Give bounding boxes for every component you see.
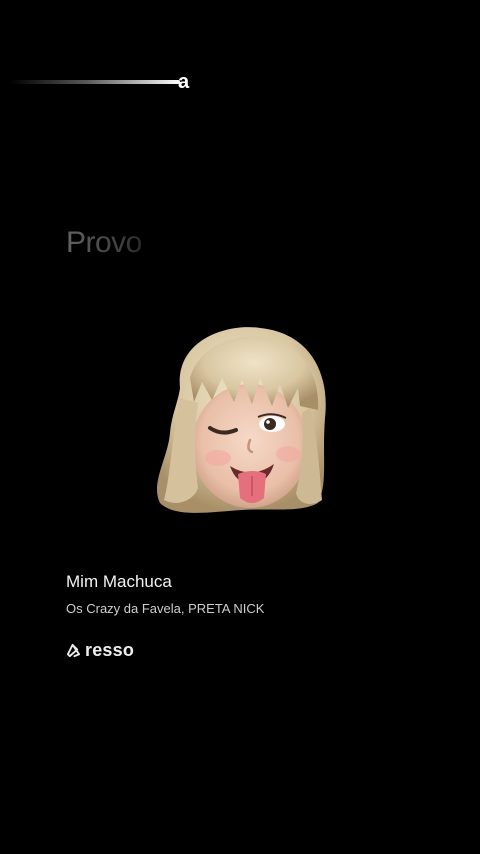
lyric-progress-bar bbox=[10, 80, 180, 84]
song-title: Mim Machuca bbox=[66, 572, 172, 591]
song-artists: Os Crazy da Favela, PRETA NICK bbox=[66, 601, 265, 616]
progress-letter: a bbox=[178, 71, 190, 93]
brand-name: resso bbox=[85, 639, 135, 660]
current-lyric-line: Provo bbox=[66, 226, 142, 259]
resso-logo-icon bbox=[66, 643, 81, 657]
resso-brand: resso bbox=[66, 638, 134, 662]
memoji-sticker bbox=[150, 318, 335, 528]
memoji-face-icon bbox=[156, 327, 326, 513]
